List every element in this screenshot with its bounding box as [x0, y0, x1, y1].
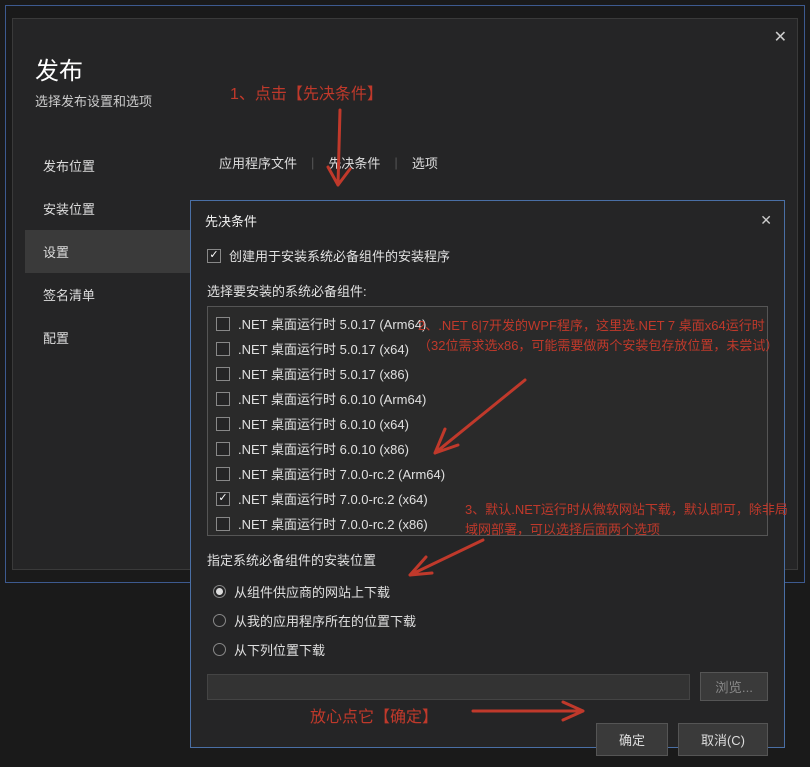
radio-label: 从下列位置下载 — [234, 640, 325, 659]
sidebar-item-configure[interactable]: 配置 — [25, 316, 190, 359]
sidebar-item-label: 发布位置 — [43, 159, 95, 174]
page-title: 发布 — [35, 51, 83, 86]
close-icon[interactable]: ✕ — [760, 212, 772, 229]
component-checkbox[interactable] — [216, 392, 230, 406]
radio-row-vendor[interactable]: 从组件供应商的网站上下载 — [207, 577, 768, 606]
component-label: .NET 桌面运行时 6.0.10 (x64) — [238, 414, 409, 433]
link-options[interactable]: 选项 — [406, 151, 444, 174]
component-label: .NET 桌面运行时 5.0.17 (x86) — [238, 364, 409, 383]
top-links: 应用程序文件 | 先决条件 | 选项 — [213, 151, 444, 174]
radio-label: 从组件供应商的网站上下载 — [234, 582, 390, 601]
prerequisites-dialog: 先决条件 ✕ 创建用于安装系统必备组件的安装程序 选择要安装的系统必备组件: .… — [190, 200, 785, 748]
sidebar: 发布位置 安装位置 设置 签名清单 配置 — [25, 144, 190, 359]
annotation-2: 2、.NET 6|7开发的WPF程序，这里选.NET 7 桌面x64运行时（32… — [418, 316, 786, 355]
sidebar-item-label: 配置 — [43, 331, 69, 346]
component-label: .NET 桌面运行时 6.0.10 (Arm64) — [238, 389, 426, 408]
dialog-button-row: 确定 取消(C) — [207, 723, 768, 756]
sidebar-item-settings[interactable]: 设置 — [25, 230, 190, 273]
close-icon[interactable]: ✕ — [774, 27, 787, 47]
component-row[interactable]: .NET 桌面运行时 5.0.17 (x86) — [212, 361, 763, 386]
link-separator: | — [394, 155, 397, 170]
create-installer-row: 创建用于安装系统必备组件的安装程序 — [207, 246, 768, 265]
components-list-label: 选择要安装的系统必备组件: — [207, 281, 768, 300]
radio-row-app-location[interactable]: 从我的应用程序所在的位置下载 — [207, 606, 768, 635]
component-checkbox[interactable] — [216, 367, 230, 381]
sidebar-item-sign-manifest[interactable]: 签名清单 — [25, 273, 190, 316]
component-checkbox[interactable] — [216, 467, 230, 481]
radio-row-custom[interactable]: 从下列位置下载 — [207, 635, 768, 664]
sidebar-item-install-location[interactable]: 安装位置 — [25, 187, 190, 230]
annotation-4: 放心点它【确定】 — [310, 703, 438, 727]
component-row[interactable]: .NET 桌面运行时 7.0.0-rc.2 (Arm64) — [212, 461, 763, 486]
component-label: .NET 桌面运行时 7.0.0-rc.2 (x86) — [238, 514, 428, 533]
create-installer-checkbox[interactable] — [207, 249, 221, 263]
annotation-1: 1、点击【先决条件】 — [230, 80, 383, 104]
path-input[interactable] — [207, 674, 690, 700]
ok-button[interactable]: 确定 — [596, 723, 668, 756]
cancel-button[interactable]: 取消(C) — [678, 723, 768, 756]
component-label: .NET 桌面运行时 5.0.17 (Arm64) — [238, 314, 426, 333]
component-row[interactable]: .NET 桌面运行时 6.0.10 (Arm64) — [212, 386, 763, 411]
component-row[interactable]: .NET 桌面运行时 6.0.10 (x64) — [212, 411, 763, 436]
link-separator: | — [311, 155, 314, 170]
browse-button[interactable]: 浏览... — [700, 672, 768, 701]
radio-label: 从我的应用程序所在的位置下载 — [234, 611, 416, 630]
component-checkbox[interactable] — [216, 492, 230, 506]
component-label: .NET 桌面运行时 7.0.0-rc.2 (Arm64) — [238, 464, 445, 483]
component-checkbox[interactable] — [216, 317, 230, 331]
sidebar-item-label: 签名清单 — [43, 288, 95, 303]
dialog-title-bar: 先决条件 ✕ — [191, 201, 784, 236]
component-label: .NET 桌面运行时 6.0.10 (x86) — [238, 439, 409, 458]
component-label: .NET 桌面运行时 5.0.17 (x64) — [238, 339, 409, 358]
link-app-files[interactable]: 应用程序文件 — [213, 151, 303, 174]
component-checkbox[interactable] — [216, 417, 230, 431]
page-subtitle: 选择发布设置和选项 — [35, 91, 152, 110]
component-checkbox[interactable] — [216, 517, 230, 531]
radio-custom-location[interactable] — [213, 643, 226, 656]
install-location-label: 指定系统必备组件的安装位置 — [207, 550, 768, 569]
radio-app-location[interactable] — [213, 614, 226, 627]
create-installer-label: 创建用于安装系统必备组件的安装程序 — [229, 246, 450, 265]
annotation-3: 3、默认.NET运行时从微软网站下载，默认即可，除非局域网部署，可以选择后面两个… — [465, 500, 795, 539]
component-label: .NET 桌面运行时 7.0.0-rc.2 (x64) — [238, 489, 428, 508]
sidebar-item-label: 设置 — [43, 245, 69, 260]
path-row: 浏览... — [207, 672, 768, 701]
component-checkbox[interactable] — [216, 442, 230, 456]
sidebar-item-label: 安装位置 — [43, 202, 95, 217]
sidebar-item-publish-location[interactable]: 发布位置 — [25, 144, 190, 187]
link-prerequisites[interactable]: 先决条件 — [322, 151, 386, 174]
dialog-title: 先决条件 — [205, 211, 257, 230]
component-checkbox[interactable] — [216, 342, 230, 356]
component-row[interactable]: .NET 桌面运行时 6.0.10 (x86) — [212, 436, 763, 461]
radio-vendor-website[interactable] — [213, 585, 226, 598]
